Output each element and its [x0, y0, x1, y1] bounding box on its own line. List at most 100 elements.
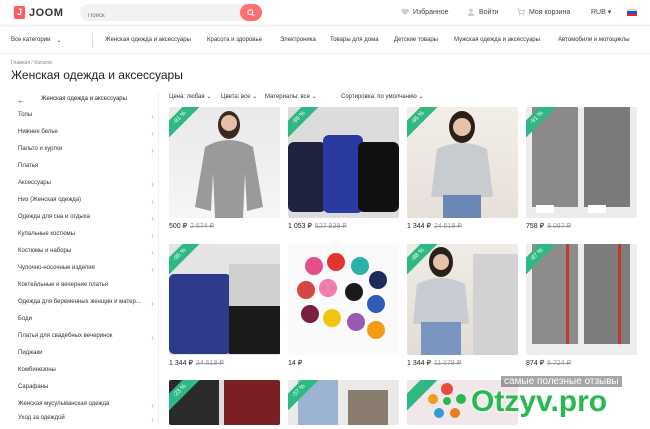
- sidebar-item-label: Пиджаки: [18, 350, 43, 356]
- sidebar-item-accessories[interactable]: Аксессуары ›: [18, 180, 158, 194]
- price-current: 1 053 ₽: [288, 223, 312, 230]
- product-photo-sweater-gray: [431, 111, 493, 218]
- cart-label: Моя корзина: [529, 8, 571, 16]
- sidebar-heading[interactable]: ← Женская одежда и аксессуары: [11, 93, 159, 107]
- sidebar-item-care[interactable]: Уход за одеждой ›: [18, 415, 158, 429]
- sidebar-item-label: Пальто и куртки: [18, 146, 63, 152]
- breadcrumb[interactable]: Главная / Каталог: [11, 60, 52, 66]
- nav-link-home[interactable]: Товары для дома: [330, 37, 379, 43]
- sidebar-item-sundresses[interactable]: Сарафаны: [18, 384, 158, 398]
- sidebar-item-underwear[interactable]: Нижнее белье ›: [18, 129, 158, 143]
- language-flag-icon[interactable]: [627, 9, 637, 16]
- search-input[interactable]: [80, 7, 230, 25]
- product-price: 1 053 ₽527 938 ₽: [288, 222, 347, 230]
- sidebar-item-label: Костюмы и наборы: [18, 248, 72, 254]
- sidebar-item-coats[interactable]: Пальто и куртки ›: [18, 146, 158, 160]
- product-image[interactable]: -91 %: [526, 107, 637, 218]
- product-image[interactable]: -87 %: [526, 244, 637, 355]
- favorites-link[interactable]: Избранное: [401, 8, 448, 16]
- sidebar-item-label: Купальные костюмы: [18, 231, 75, 237]
- product-photo-sweater-light: [413, 247, 518, 355]
- chevron-right-icon: ›: [151, 197, 154, 206]
- top-bar: J JOOM Избранное Войти Моя корзина RUB ▾: [0, 0, 650, 26]
- nav-link-men[interactable]: Мужская одежда и аксессуары: [454, 37, 540, 43]
- logo-mark: J: [14, 6, 25, 19]
- nav-link-kids[interactable]: Детские товары: [394, 37, 438, 43]
- chevron-right-icon: ›: [151, 401, 154, 410]
- sidebar-item-label: Платья: [18, 163, 39, 169]
- material-filter[interactable]: Материалы: все ⌄: [265, 93, 317, 100]
- product-photo-pants: [532, 107, 630, 213]
- currency-label: RUB ▾: [591, 9, 612, 16]
- chevron-right-icon: ›: [151, 265, 154, 274]
- sidebar-item-muslim[interactable]: Женская мусульманская одежда ›: [18, 401, 158, 415]
- product-image[interactable]: -57 %: [288, 380, 399, 425]
- sidebar-item-bodysuits[interactable]: Боди: [18, 316, 158, 330]
- sidebar-item-cocktail[interactable]: Коктейльные и вечерние платья: [18, 282, 158, 296]
- nav-link-auto[interactable]: Автомобили и мотоциклы: [558, 37, 630, 43]
- sidebar-item-label: Топы: [18, 112, 33, 118]
- sidebar-item-suits[interactable]: Костюмы и наборы ›: [18, 248, 158, 262]
- sidebar-item-label: Комбинезоны: [18, 367, 56, 373]
- otzyv-logo-icon: [428, 383, 466, 418]
- login-link[interactable]: Войти: [467, 8, 499, 16]
- sidebar-item-hosiery[interactable]: Чулочно-носочные изделия ›: [18, 265, 158, 279]
- sidebar-item-jackets[interactable]: Пиджаки: [18, 350, 158, 364]
- product-image[interactable]: -95 %: [169, 244, 280, 355]
- search-button[interactable]: [240, 4, 262, 21]
- chevron-right-icon: ›: [151, 299, 154, 308]
- search-icon: [247, 8, 255, 17]
- watermark-brand: Otzyv.pro: [471, 385, 608, 418]
- sidebar-item-dresses[interactable]: Платья: [18, 163, 158, 177]
- chevron-right-icon: ›: [151, 146, 154, 155]
- price-current: 500 ₽: [169, 223, 188, 230]
- product-image[interactable]: -99 %: [288, 107, 399, 218]
- product-price: 874 ₽6 724 ₽: [526, 359, 571, 367]
- sidebar-item-tops[interactable]: Топы ›: [18, 112, 158, 126]
- cart-link[interactable]: Моя корзина: [517, 8, 570, 16]
- back-arrow-icon: ←: [17, 96, 25, 105]
- all-categories-dropdown[interactable]: Все категории ⌄: [11, 37, 61, 44]
- price-current: 758 ₽: [526, 223, 545, 230]
- sidebar-item-label: Платья для свадебных вечеринок: [18, 333, 113, 339]
- chevron-right-icon: ›: [151, 214, 154, 223]
- joom-logo[interactable]: J JOOM: [14, 6, 63, 19]
- product-price: 1 344 ₽11 178 ₽: [407, 359, 461, 367]
- sidebar-item-label: Аксессуары: [18, 180, 51, 186]
- sidebar-item-label: Одежда для сна и отдыха: [18, 214, 90, 220]
- product-image[interactable]: -88 %: [407, 244, 518, 355]
- product-image[interactable]: [288, 244, 399, 355]
- color-filter[interactable]: Цвета: все ⌄: [221, 93, 257, 100]
- product-image[interactable]: -23 %: [169, 380, 280, 425]
- price-current: 14 ₽: [288, 360, 303, 367]
- page-title: Женская одежда и аксессуары: [11, 68, 183, 82]
- product-image[interactable]: -95 %: [407, 107, 518, 218]
- product-price: 1 344 ₽24 618 ₽: [169, 359, 224, 367]
- divider: [92, 33, 93, 48]
- product-photo-pants-plaid: [532, 244, 630, 344]
- login-label: Войти: [479, 8, 499, 16]
- sidebar-item-bottoms[interactable]: Низ (Женская одежда) ›: [18, 197, 158, 211]
- price-old: 527 938 ₽: [314, 223, 347, 230]
- nav-link-women[interactable]: Женская одежда и аксессуары: [105, 37, 191, 43]
- sidebar-item-maternity[interactable]: Одежда для беременных женщин и матер... ›: [18, 299, 158, 313]
- heart-icon: [401, 8, 409, 16]
- all-categories-label: Все категории: [11, 37, 51, 43]
- sidebar-item-jumpsuits[interactable]: Комбинезоны: [18, 367, 158, 381]
- logo-text: JOOM: [29, 6, 64, 19]
- sort-dropdown[interactable]: Сортировка: по умолчанию ⌄: [341, 93, 423, 100]
- currency-select[interactable]: RUB ▾: [591, 8, 611, 16]
- product-image[interactable]: -81 %: [169, 107, 280, 218]
- cart-icon: [517, 8, 525, 16]
- sidebar-item-wedding[interactable]: Платья для свадебных вечеринок ›: [18, 333, 158, 347]
- sidebar-item-label: Коктейльные и вечерние платья: [18, 282, 108, 288]
- price-filter[interactable]: Цена: любая ⌄: [169, 93, 211, 100]
- sidebar-item-sleepwear[interactable]: Одежда для сна и отдыха ›: [18, 214, 158, 228]
- sidebar-item-label: Чулочно-носочные изделия: [18, 265, 95, 271]
- sidebar-item-swimwear[interactable]: Купальные костюмы ›: [18, 231, 158, 245]
- sidebar-item-label: Низ (Женская одежда): [18, 197, 82, 203]
- nav-link-beauty[interactable]: Красота и здоровье: [207, 37, 262, 43]
- price-current: 874 ₽: [526, 360, 545, 367]
- nav-link-electronics[interactable]: Электроника: [280, 37, 316, 43]
- favorites-label: Избранное: [413, 8, 449, 16]
